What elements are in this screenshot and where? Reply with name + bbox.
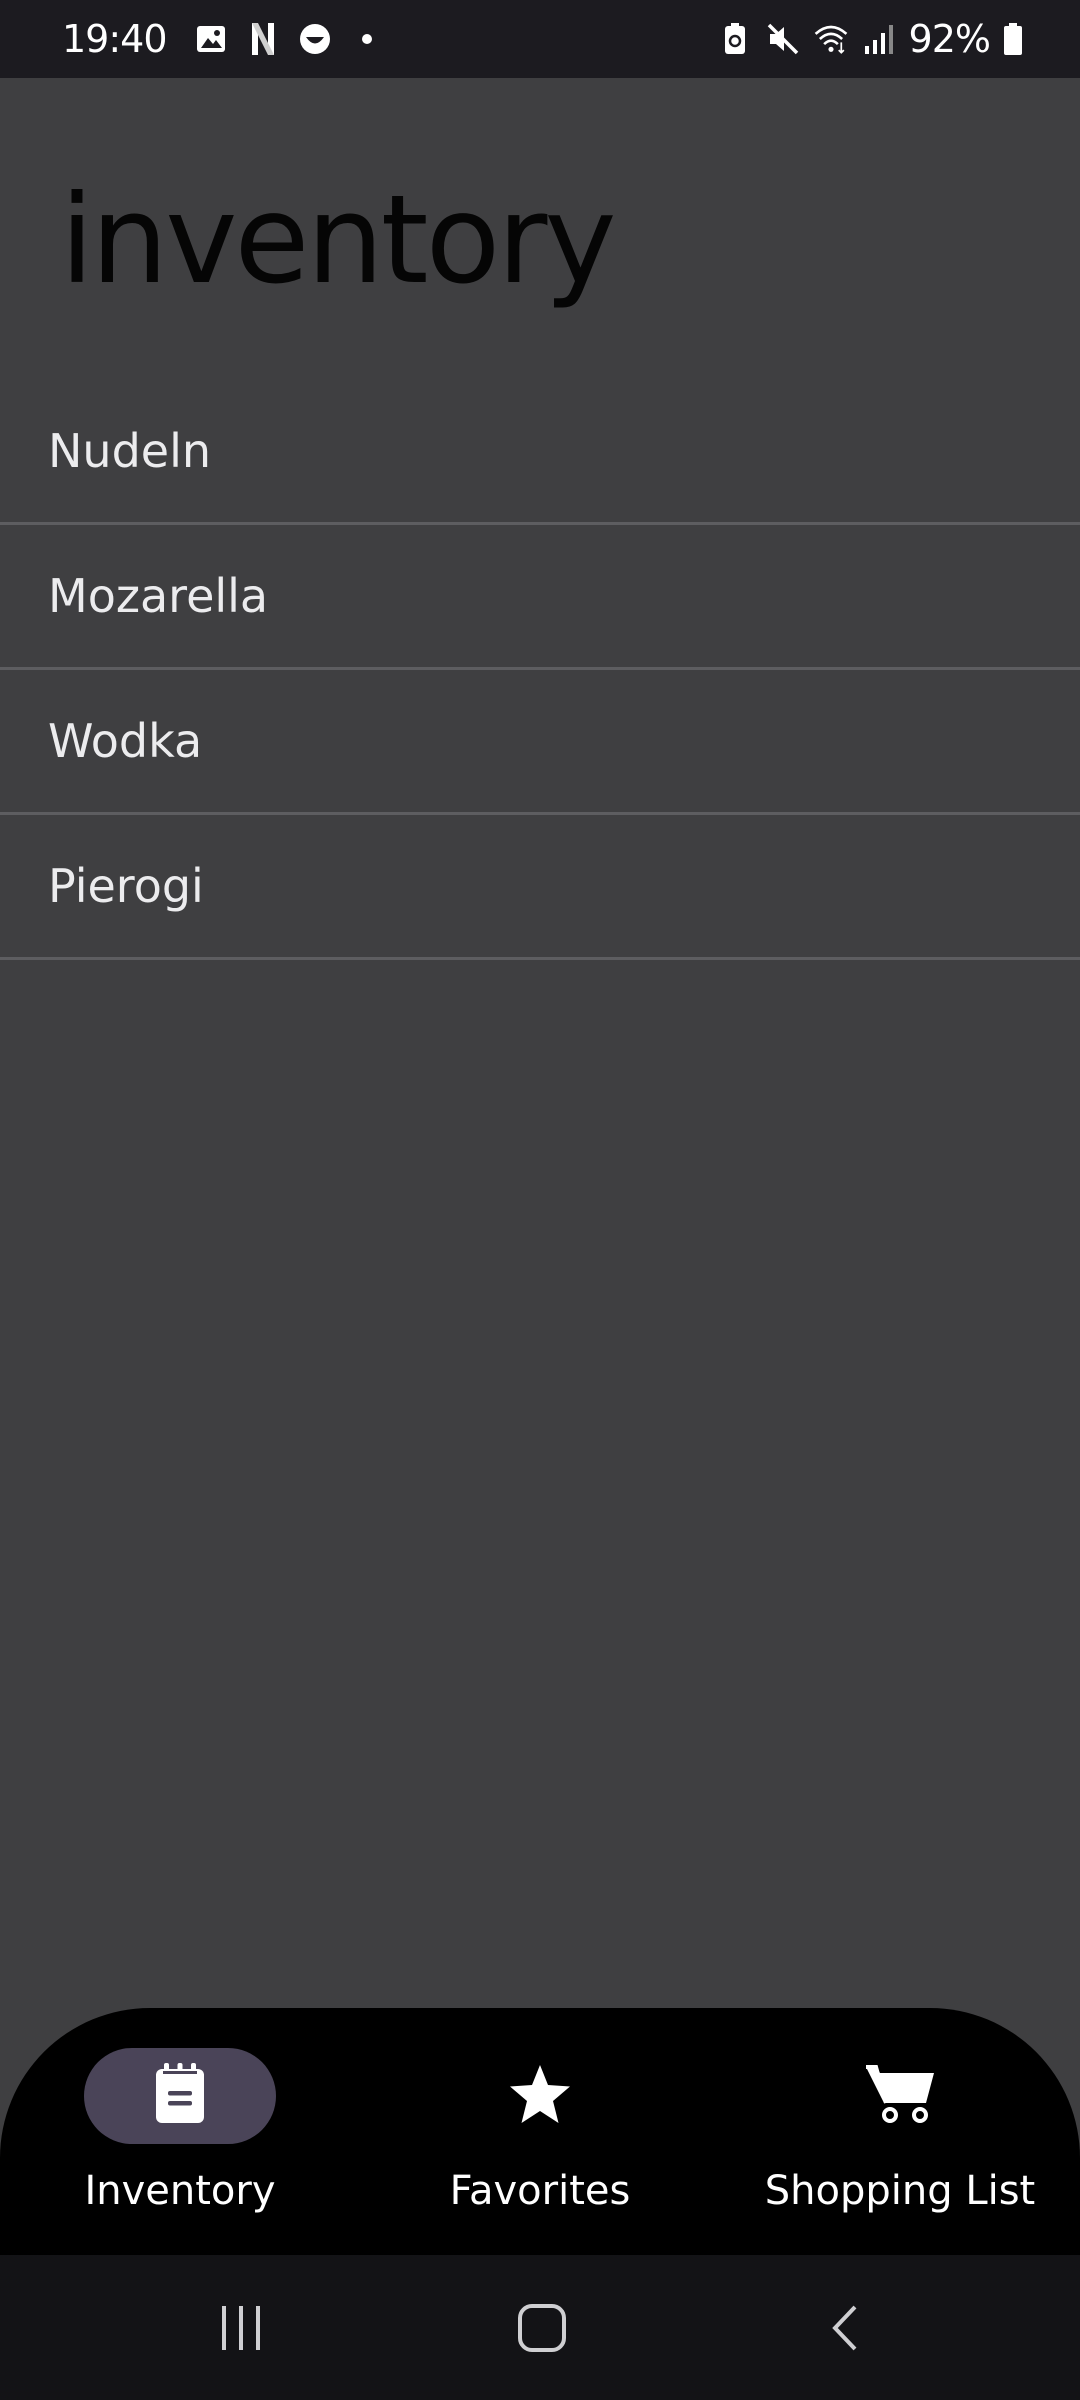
nav-icon-container — [444, 2048, 636, 2144]
nav-item-favorites[interactable]: Favorites — [360, 2008, 720, 2255]
nav-active-indicator — [84, 2048, 276, 2144]
battery-percent: 92% — [908, 17, 991, 61]
face-icon — [297, 21, 333, 57]
notepad-icon — [154, 2062, 206, 2130]
cart-icon — [864, 2063, 936, 2130]
page-title: inventory — [60, 169, 617, 311]
wifi-icon — [813, 21, 849, 57]
netflix-icon — [245, 21, 281, 57]
battery-icon — [1002, 21, 1024, 57]
list-item-label: Wodka — [48, 714, 203, 768]
home-icon — [517, 2303, 567, 2358]
list-item-label: Pierogi — [48, 859, 204, 913]
list-item[interactable]: Pierogi — [0, 815, 1080, 960]
gallery-icon — [193, 21, 229, 57]
battery-saver-icon — [717, 21, 753, 57]
bottom-navigation: Inventory Favorites Shopping List — [0, 2008, 1080, 2255]
status-time: 19:40 — [62, 17, 168, 61]
inventory-list: Nudeln Mozarella Wodka Pierogi — [0, 380, 1080, 960]
nav-icon-container — [804, 2048, 996, 2144]
nav-item-shopping-list[interactable]: Shopping List — [720, 2008, 1080, 2255]
nav-label-shopping-list: Shopping List — [764, 2168, 1036, 2214]
dot-icon — [349, 21, 385, 57]
nav-label-favorites: Favorites — [449, 2168, 631, 2214]
list-item[interactable]: Nudeln — [0, 380, 1080, 525]
recent-apps-icon — [216, 2303, 266, 2358]
nav-item-inventory[interactable]: Inventory — [0, 2008, 360, 2255]
list-item[interactable]: Wodka — [0, 670, 1080, 815]
list-item-label: Mozarella — [48, 569, 269, 623]
status-bar: 19:40 92% — [0, 0, 1080, 78]
mute-icon — [765, 21, 801, 57]
star-icon — [508, 2063, 572, 2130]
back-button[interactable] — [800, 2285, 890, 2375]
home-button[interactable] — [497, 2285, 587, 2375]
status-right: 92% — [717, 0, 1024, 78]
system-navigation-bar — [0, 2255, 1080, 2400]
list-item[interactable]: Mozarella — [0, 525, 1080, 670]
recent-apps-button[interactable] — [196, 2285, 286, 2375]
back-icon — [825, 2303, 865, 2358]
status-left: 19:40 — [62, 0, 385, 78]
signal-icon — [861, 21, 897, 57]
list-item-label: Nudeln — [48, 424, 211, 478]
nav-label-inventory: Inventory — [84, 2168, 276, 2214]
